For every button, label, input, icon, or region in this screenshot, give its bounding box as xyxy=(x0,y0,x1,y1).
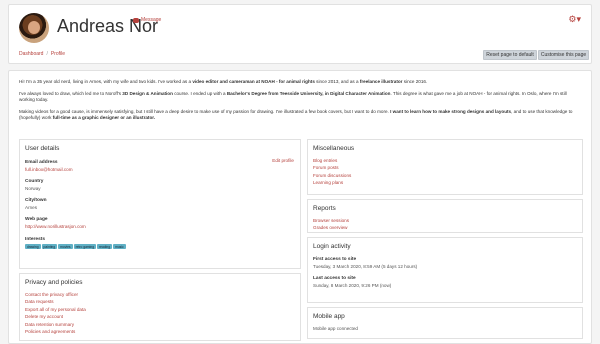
last-access-value: Sunday, 8 March 2020, 9:26 PM (now) xyxy=(313,283,392,288)
description-paragraph: Hi! I'm a 35 year old nerd, living in Ar… xyxy=(19,79,583,85)
mobile-title: Mobile app xyxy=(313,313,345,320)
reset-page-button[interactable]: Reset page to default xyxy=(483,50,537,60)
description-paragraph: I've always loved to draw, which led me … xyxy=(19,91,583,103)
login-title: Login activity xyxy=(313,243,351,250)
user-details-title: User details xyxy=(25,145,60,152)
interests-tags: drawing painting movies retro gaming rea… xyxy=(25,244,126,249)
speech-bubble-icon xyxy=(133,17,139,23)
mobile-status: Mobile app connected xyxy=(313,326,358,331)
message-label: Message xyxy=(141,17,162,23)
interest-tag[interactable]: painting xyxy=(41,244,58,249)
last-access-label: Last access to site xyxy=(313,276,356,281)
description-text: freelance illustrator xyxy=(359,79,403,84)
privacy-link[interactable]: Data requests xyxy=(25,299,86,304)
customise-page-button[interactable]: Customise this page xyxy=(538,50,589,60)
reports-links: Browser sessions Grades overview xyxy=(313,218,349,230)
description-text: since 2013, and as a xyxy=(314,79,360,84)
description-text: Bachelor's Degree from Teesside Universi… xyxy=(226,91,391,96)
misc-links: Blog entries Forum posts Forum discussio… xyxy=(313,158,351,185)
avatar[interactable] xyxy=(19,13,49,43)
description-text: 3D Design & Animation xyxy=(122,91,173,96)
interest-tag[interactable]: reading xyxy=(97,244,113,249)
description-text: full-time as a graphic designer or an il… xyxy=(52,115,156,120)
breadcrumb: Dashboard / Profile xyxy=(19,51,65,57)
reports-panel: Reports Browser sessions Grades overview xyxy=(307,199,583,233)
breadcrumb-profile[interactable]: Profile xyxy=(51,51,65,57)
interest-tag[interactable]: movies xyxy=(58,244,73,249)
email-label: Email address xyxy=(25,160,58,165)
misc-title: Miscellaneous xyxy=(313,145,355,152)
country-label: Country xyxy=(25,179,44,184)
login-activity-panel: Login activity First access to site Tues… xyxy=(307,237,583,303)
description-text: since 2016. xyxy=(402,79,428,84)
privacy-title: Privacy and policies xyxy=(25,279,83,286)
mobile-app-panel: Mobile app Mobile app connected xyxy=(307,307,583,339)
first-access-value: Tuesday, 3 March 2020, 8:59 AM (5 days 1… xyxy=(313,264,418,269)
edit-profile-link[interactable]: Edit profile xyxy=(272,158,294,163)
reports-title: Reports xyxy=(313,205,336,212)
page-header: Andreas Nor Message ⚙▾ Dashboard / Profi… xyxy=(8,4,592,64)
description-paragraph: Making videos for a good cause, is immen… xyxy=(19,109,583,121)
description-text: course. I ended up with a xyxy=(172,91,227,96)
breadcrumb-separator: / xyxy=(46,51,48,57)
breadcrumb-dashboard[interactable]: Dashboard xyxy=(19,51,43,57)
misc-link[interactable]: Learning plans xyxy=(313,180,351,185)
misc-panel: Miscellaneous Blog entries Forum posts F… xyxy=(307,139,583,195)
description-text: Making videos for a good cause, is immen… xyxy=(19,109,391,114)
privacy-link[interactable]: Data retention summary xyxy=(25,322,86,327)
gear-icon[interactable]: ⚙▾ xyxy=(568,14,581,25)
description-text: video editor and cameraman at NOAH - for… xyxy=(192,79,315,84)
privacy-links: Contact the privacy officer Data request… xyxy=(25,292,86,334)
interest-tag[interactable]: retro gaming xyxy=(73,244,97,249)
profile-main: Hi! I'm a 35 year old nerd, living in Ar… xyxy=(8,70,592,344)
misc-link[interactable]: Blog entries xyxy=(313,158,351,163)
interest-tag[interactable]: music xyxy=(113,244,126,249)
privacy-link[interactable]: Policies and agreements xyxy=(25,329,86,334)
webpage-label: Web page xyxy=(25,217,48,222)
user-details-panel: User details Edit profile Email address … xyxy=(19,139,301,269)
first-access-label: First access to site xyxy=(313,257,357,262)
privacy-panel: Privacy and policies Contact the privacy… xyxy=(19,273,301,341)
misc-link[interactable]: Forum posts xyxy=(313,165,351,170)
email-value[interactable]: full.inbox@hotmail.com xyxy=(25,167,73,172)
description-text: I've always loved to draw, which led me … xyxy=(19,91,123,96)
reports-link[interactable]: Grades overview xyxy=(313,225,349,230)
description-text: I want to learn how to make strong desig… xyxy=(390,109,512,114)
country-value: Norway xyxy=(25,186,41,191)
misc-link[interactable]: Forum discussions xyxy=(313,173,351,178)
interest-tag[interactable]: drawing xyxy=(25,244,41,249)
city-label: City/town xyxy=(25,198,47,203)
description-text: Hi! I'm a 35 year old nerd, living in Ar… xyxy=(19,79,193,84)
interests-label: Interests xyxy=(25,237,45,242)
privacy-link[interactable]: Contact the privacy officer xyxy=(25,292,86,297)
message-link[interactable]: Message xyxy=(133,17,161,23)
privacy-link[interactable]: Delete my account xyxy=(25,314,86,319)
reports-link[interactable]: Browser sessions xyxy=(313,218,349,223)
privacy-link[interactable]: Export all of my personal data xyxy=(25,307,86,312)
city-value: Arnes xyxy=(25,205,38,210)
webpage-value[interactable]: http://www.norillustrasjon.com xyxy=(25,224,86,229)
